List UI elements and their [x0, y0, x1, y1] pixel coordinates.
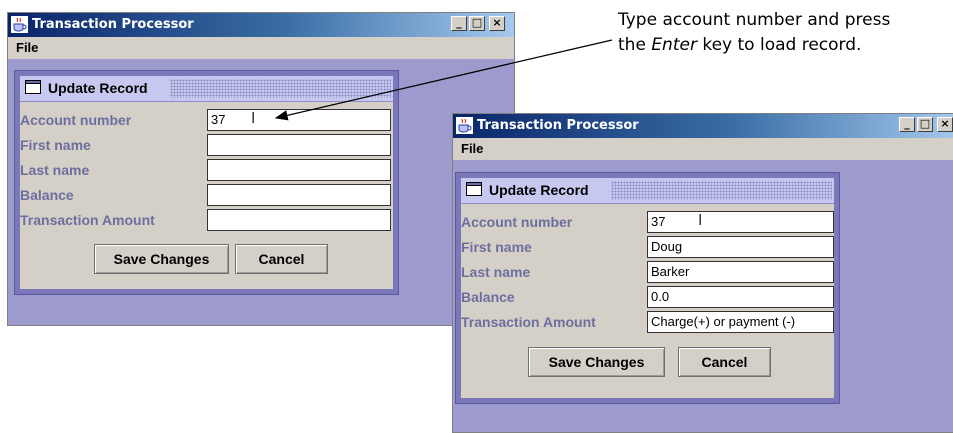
maximize-button[interactable]: □ [469, 16, 485, 31]
save-changes-button[interactable]: Save Changes [94, 244, 229, 274]
internal-frame-icon [25, 80, 41, 94]
last-name-label: Last name [20, 162, 90, 178]
cancel-button[interactable]: Cancel [235, 244, 328, 274]
titlebar-texture [170, 79, 391, 98]
window-title: Transaction Processor [32, 17, 194, 32]
update-record-content: Update Record Account number 37 I First … [20, 76, 393, 289]
menu-file[interactable]: File [461, 141, 483, 156]
text-cursor-icon: I [251, 109, 256, 127]
account-number-field[interactable]: 37 [207, 109, 391, 131]
first-name-field[interactable]: Doug [647, 236, 834, 258]
window-titlebar[interactable]: Transaction Processor _ □ × [8, 13, 514, 37]
transaction-amount-label: Transaction Amount [20, 212, 155, 228]
last-name-field[interactable]: Barker [647, 261, 834, 283]
account-number-label: Account number [461, 214, 573, 230]
update-record-content: Update Record Account number 37 I First … [461, 178, 834, 398]
save-changes-button[interactable]: Save Changes [528, 347, 665, 377]
cancel-button[interactable]: Cancel [678, 347, 771, 377]
balance-label: Balance [461, 289, 515, 305]
transaction-processor-window-2: Transaction Processor _ □ × File Update … [452, 113, 953, 433]
menu-file[interactable]: File [16, 40, 38, 55]
callout-enter-key: Enter [651, 35, 697, 55]
minimize-button[interactable]: _ [451, 16, 467, 31]
last-name-field[interactable] [207, 159, 391, 181]
last-name-label: Last name [461, 264, 531, 280]
balance-field[interactable]: 0.0 [647, 286, 834, 308]
account-number-label: Account number [20, 112, 132, 128]
balance-label: Balance [20, 187, 74, 203]
first-name-label: First name [461, 239, 532, 255]
close-button[interactable]: × [489, 16, 505, 31]
transaction-amount-field[interactable] [207, 209, 391, 231]
update-record-frame: Update Record Account number 37 I First … [14, 70, 399, 295]
window-titlebar[interactable]: Transaction Processor _ □ × [453, 114, 953, 138]
callout-line-2: the Enter key to load record. [618, 33, 953, 58]
java-cup-icon [456, 117, 473, 134]
instruction-callout: Type account number and press the Enter … [618, 8, 953, 58]
frame-titlebar[interactable]: Update Record [461, 178, 834, 204]
first-name-field[interactable] [207, 134, 391, 156]
transaction-amount-label: Transaction Amount [461, 314, 596, 330]
callout-line-2-suffix: key to load record. [696, 35, 862, 55]
frame-title: Update Record [489, 182, 589, 198]
text-cursor-icon: I [698, 211, 703, 229]
update-record-frame: Update Record Account number 37 I First … [455, 172, 840, 404]
minimize-button[interactable]: _ [899, 117, 915, 132]
callout-line-1: Type account number and press [618, 10, 891, 30]
callout-line-2-prefix: the [618, 35, 652, 55]
window-title: Transaction Processor [477, 118, 639, 133]
menubar: File [453, 138, 953, 160]
frame-title: Update Record [48, 80, 148, 96]
first-name-label: First name [20, 137, 91, 153]
account-number-field[interactable]: 37 [647, 211, 834, 233]
internal-frame-icon [466, 182, 482, 196]
java-cup-icon [11, 16, 28, 33]
menubar: File [8, 37, 514, 59]
balance-field[interactable] [207, 184, 391, 206]
close-button[interactable]: × [937, 117, 953, 132]
titlebar-texture [611, 181, 832, 200]
maximize-button[interactable]: □ [917, 117, 933, 132]
transaction-processor-window-1: Transaction Processor _ □ × File Update … [7, 12, 515, 326]
frame-titlebar[interactable]: Update Record [20, 76, 393, 102]
transaction-amount-field[interactable]: Charge(+) or payment (-) [647, 311, 834, 333]
